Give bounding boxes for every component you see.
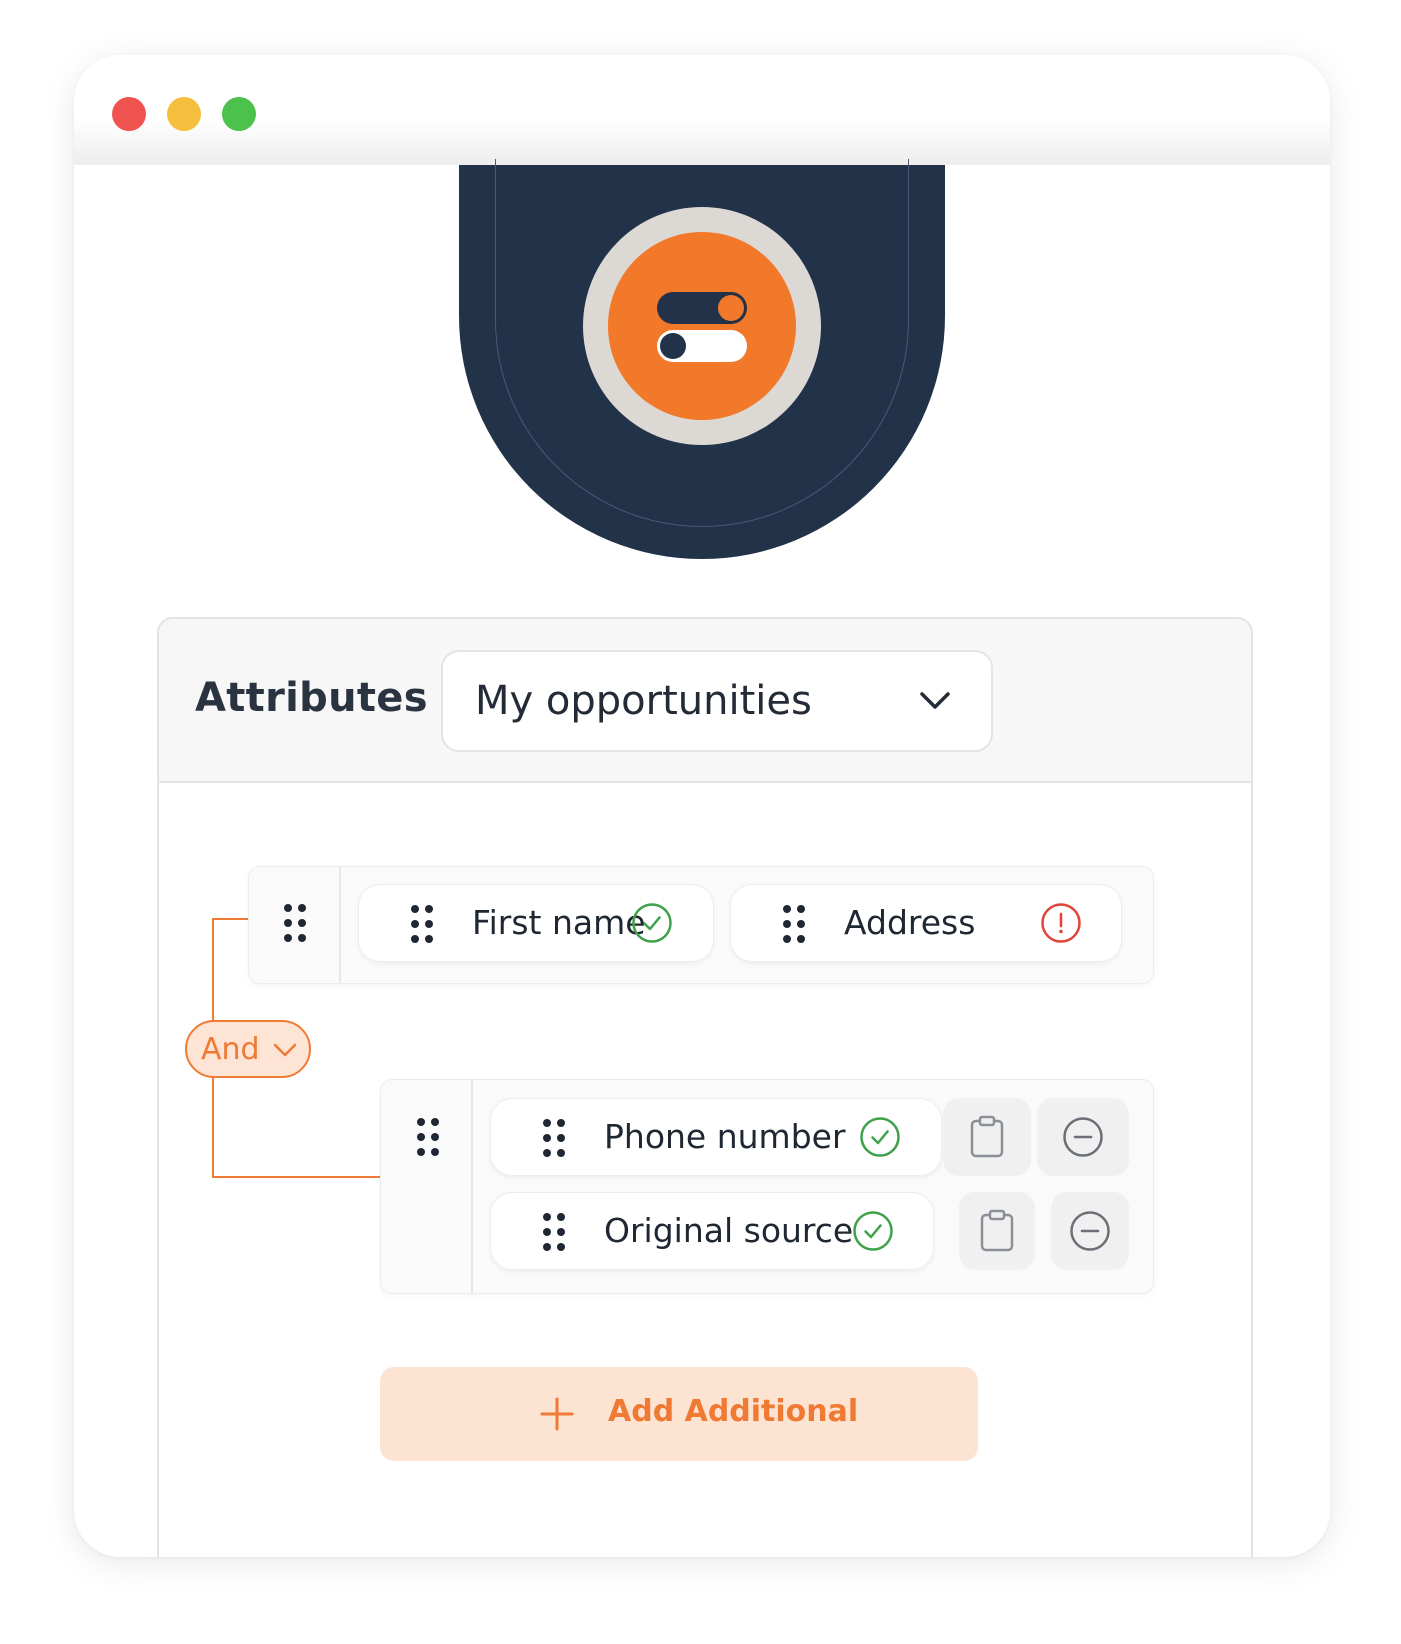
drag-handle-icon[interactable] bbox=[543, 1119, 565, 1157]
field-label: First name bbox=[472, 903, 646, 942]
minimize-window-button[interactable] bbox=[167, 97, 201, 131]
drag-handle-icon[interactable] bbox=[417, 1118, 439, 1156]
minus-circle-icon bbox=[1063, 1117, 1103, 1157]
field-pill-phone-number[interactable]: Phone number bbox=[490, 1098, 942, 1176]
connector-bottom-horizontal bbox=[212, 1176, 380, 1178]
title-bar bbox=[74, 55, 1330, 165]
opportunities-select[interactable]: My opportunities bbox=[441, 650, 993, 752]
field-label: Original source bbox=[604, 1211, 854, 1250]
check-circle-icon bbox=[860, 1117, 900, 1157]
check-circle-icon bbox=[632, 903, 672, 943]
remove-field-button[interactable] bbox=[1037, 1098, 1129, 1176]
copy-field-button[interactable] bbox=[943, 1098, 1031, 1176]
drag-handle-icon[interactable] bbox=[284, 904, 306, 942]
connector-vertical-a bbox=[212, 918, 214, 1020]
maximize-window-button[interactable] bbox=[222, 97, 256, 131]
add-additional-label: Add Additional bbox=[608, 1394, 859, 1429]
check-circle-icon bbox=[853, 1211, 893, 1251]
close-window-button[interactable] bbox=[112, 97, 146, 131]
copy-field-button[interactable] bbox=[959, 1192, 1035, 1270]
app-window: Attributes My opportunities First name A… bbox=[74, 55, 1330, 1557]
field-label: Address bbox=[844, 903, 976, 942]
badge-ring bbox=[583, 207, 821, 445]
drag-handle-icon[interactable] bbox=[543, 1213, 565, 1251]
clipboard-icon bbox=[980, 1209, 1014, 1252]
field-pill-original-source[interactable]: Original source bbox=[490, 1192, 934, 1270]
condition-group-1: First name Address bbox=[248, 866, 1154, 984]
alert-circle-icon bbox=[1041, 903, 1081, 943]
toggle-switches-icon bbox=[608, 232, 796, 420]
connector-top-horizontal bbox=[212, 918, 250, 920]
drag-handle-icon[interactable] bbox=[783, 905, 805, 943]
connector-vertical-b bbox=[212, 1076, 214, 1178]
plus-icon bbox=[540, 1397, 574, 1431]
field-pill-address[interactable]: Address bbox=[730, 884, 1122, 962]
toggle-on-shape bbox=[657, 292, 747, 324]
select-value: My opportunities bbox=[475, 678, 812, 724]
attributes-label: Attributes bbox=[195, 675, 428, 721]
chevron-down-icon bbox=[920, 692, 950, 709]
drag-handle-icon[interactable] bbox=[411, 905, 433, 943]
panel-header: Attributes My opportunities bbox=[159, 619, 1251, 783]
field-label: Phone number bbox=[604, 1117, 846, 1156]
operator-label: And bbox=[201, 1032, 260, 1067]
chevron-down-icon bbox=[273, 1043, 297, 1057]
attributes-panel: Attributes My opportunities First name A… bbox=[157, 617, 1253, 1557]
condition-group-2: Phone number Original source bbox=[380, 1079, 1154, 1294]
remove-field-button[interactable] bbox=[1051, 1192, 1129, 1270]
group-handle-column bbox=[381, 1080, 473, 1293]
hero-badge bbox=[459, 159, 945, 559]
toggle-off-shape bbox=[657, 330, 747, 362]
logic-operator-select[interactable]: And bbox=[185, 1020, 311, 1078]
clipboard-icon bbox=[970, 1115, 1004, 1158]
field-pill-first-name[interactable]: First name bbox=[358, 884, 714, 962]
group-handle-column bbox=[249, 867, 341, 983]
minus-circle-icon bbox=[1070, 1211, 1110, 1251]
add-additional-button[interactable]: Add Additional bbox=[380, 1367, 978, 1461]
